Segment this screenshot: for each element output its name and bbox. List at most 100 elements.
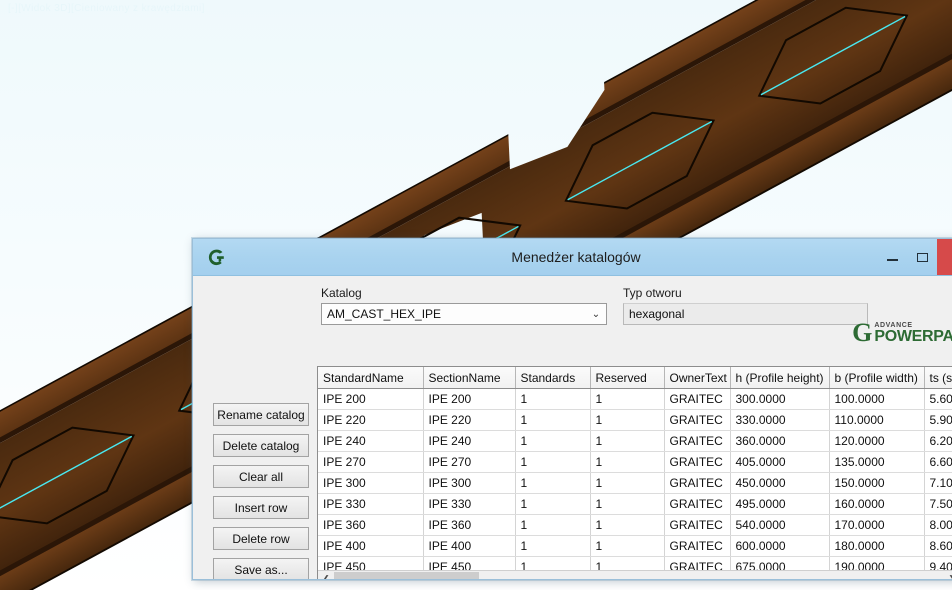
table-cell[interactable]: 150.0000 — [829, 472, 925, 494]
table-cell[interactable]: 170.0000 — [829, 514, 925, 536]
table-cell[interactable]: IPE 200 — [318, 388, 424, 410]
table-cell[interactable]: IPE 270 — [423, 451, 516, 473]
table-cell[interactable]: 110.0000 — [829, 409, 925, 431]
table-row[interactable]: IPE 300 IPE 300 1 1 GRAITEC 450.0000 150.0000 7… — [318, 472, 952, 494]
table-cell[interactable]: 1 — [515, 556, 591, 570]
horizontal-scrollbar[interactable]: ❮ ❯ — [318, 570, 952, 579]
table-cell[interactable]: 5.6000 — [924, 388, 952, 410]
column-header[interactable]: ts (s) Web thick — [924, 367, 952, 389]
table-cell[interactable]: IPE 450 — [423, 556, 516, 570]
table-cell[interactable]: 1 — [515, 514, 591, 536]
table-cell[interactable]: 1 — [515, 493, 591, 515]
table-cell[interactable]: GRAITEC — [664, 472, 731, 494]
scroll-left-arrow-icon[interactable]: ❮ — [318, 574, 334, 580]
table-cell[interactable]: 1 — [515, 472, 591, 494]
table-cell[interactable]: 135.0000 — [829, 451, 925, 473]
catalog-manager-dialog[interactable]: Menedżer katalogów Katalog AM_CAST_HEX_I… — [192, 238, 952, 580]
table-cell[interactable]: GRAITEC — [664, 556, 731, 570]
table-cell[interactable]: GRAITEC — [664, 430, 731, 452]
table-cell[interactable]: 7.1000 — [924, 472, 952, 494]
table-cell[interactable]: 1 — [515, 388, 591, 410]
table-cell[interactable]: 1 — [590, 535, 665, 557]
table-cell[interactable]: IPE 220 — [423, 409, 516, 431]
table-cell[interactable]: GRAITEC — [664, 535, 731, 557]
column-header[interactable]: h (Profile height) — [730, 367, 830, 389]
table-row[interactable]: IPE 360 IPE 360 1 1 GRAITEC 540.0000 170.0000 8… — [318, 514, 952, 536]
table-cell[interactable]: IPE 360 — [318, 514, 424, 536]
table-cell[interactable]: IPE 330 — [318, 493, 424, 515]
column-header[interactable]: StandardName — [318, 367, 424, 389]
table-cell[interactable]: 120.0000 — [829, 430, 925, 452]
table-cell[interactable]: 1 — [515, 409, 591, 431]
column-header[interactable]: b (Profile width) — [829, 367, 925, 389]
table-cell[interactable]: 1 — [590, 430, 665, 452]
scrollbar-thumb[interactable] — [334, 572, 479, 579]
rename-catalog-button[interactable]: Rename catalog — [213, 403, 309, 426]
table-cell[interactable]: IPE 270 — [318, 451, 424, 473]
table-row[interactable]: IPE 220 IPE 220 1 1 GRAITEC 330.0000 110.0000 5… — [318, 409, 952, 431]
table-row[interactable]: IPE 270 IPE 270 1 1 GRAITEC 405.0000 135.0000 6… — [318, 451, 952, 473]
table-cell[interactable]: 300.0000 — [730, 388, 830, 410]
table-cell[interactable]: 8.6000 — [924, 535, 952, 557]
table-cell[interactable]: 360.0000 — [730, 430, 830, 452]
hole-type-input[interactable]: hexagonal — [623, 303, 868, 325]
table-cell[interactable]: 1 — [590, 556, 665, 570]
column-header[interactable]: Reserved — [590, 367, 665, 389]
table-cell[interactable]: IPE 400 — [318, 535, 424, 557]
table-cell[interactable]: 1 — [515, 451, 591, 473]
table-cell[interactable]: IPE 450 — [318, 556, 424, 570]
grid-scroll-area[interactable]: StandardName SectionName Standards Reserved… — [318, 367, 952, 570]
table-cell[interactable]: IPE 300 — [423, 472, 516, 494]
clear-all-button[interactable]: Clear all — [213, 465, 309, 488]
table-cell[interactable]: 1 — [590, 472, 665, 494]
scrollbar-track[interactable] — [334, 571, 944, 579]
maximize-button[interactable] — [907, 239, 937, 275]
table-cell[interactable]: GRAITEC — [664, 514, 731, 536]
table-cell[interactable]: IPE 240 — [423, 430, 516, 452]
table-cell[interactable]: 5.9000 — [924, 409, 952, 431]
table-cell[interactable]: IPE 360 — [423, 514, 516, 536]
table-row[interactable]: IPE 330 IPE 330 1 1 GRAITEC 495.0000 160.0000 7… — [318, 493, 952, 515]
table-cell[interactable]: 1 — [590, 493, 665, 515]
delete-row-button[interactable]: Delete row — [213, 527, 309, 550]
table-cell[interactable]: IPE 200 — [423, 388, 516, 410]
table-cell[interactable]: GRAITEC — [664, 409, 731, 431]
scroll-right-arrow-icon[interactable]: ❯ — [944, 574, 952, 580]
delete-catalog-button[interactable]: Delete catalog — [213, 434, 309, 457]
table-cell[interactable]: 6.2000 — [924, 430, 952, 452]
table-row[interactable]: IPE 400 IPE 400 1 1 GRAITEC 600.0000 180.0000 8… — [318, 535, 952, 557]
table-row[interactable]: IPE 240 IPE 240 1 1 GRAITEC 360.0000 120.0000 6… — [318, 430, 952, 452]
table-cell[interactable]: 405.0000 — [730, 451, 830, 473]
table-cell[interactable]: 330.0000 — [730, 409, 830, 431]
table-cell[interactable]: 1 — [515, 430, 591, 452]
column-header[interactable]: Standards — [515, 367, 591, 389]
table-cell[interactable]: 9.4000 — [924, 556, 952, 570]
table-cell[interactable]: 450.0000 — [730, 472, 830, 494]
table-cell[interactable]: 6.6000 — [924, 451, 952, 473]
table-cell[interactable]: 1 — [590, 451, 665, 473]
column-header[interactable]: SectionName — [423, 367, 516, 389]
table-cell[interactable]: 495.0000 — [730, 493, 830, 515]
table-cell[interactable]: IPE 240 — [318, 430, 424, 452]
column-header[interactable]: OwnerText — [664, 367, 731, 389]
table-cell[interactable]: GRAITEC — [664, 388, 731, 410]
dialog-titlebar[interactable]: Menedżer katalogów — [193, 239, 952, 276]
table-cell[interactable]: IPE 300 — [318, 472, 424, 494]
catalog-combobox[interactable]: AM_CAST_HEX_IPE ⌄ — [321, 303, 607, 325]
minimize-button[interactable] — [877, 239, 907, 275]
table-cell[interactable]: IPE 220 — [318, 409, 424, 431]
table-cell[interactable]: IPE 330 — [423, 493, 516, 515]
table-cell[interactable]: 160.0000 — [829, 493, 925, 515]
table-cell[interactable]: 100.0000 — [829, 388, 925, 410]
table-cell[interactable]: 180.0000 — [829, 535, 925, 557]
close-button[interactable] — [937, 239, 952, 275]
table-cell[interactable]: 1 — [590, 388, 665, 410]
save-as-button[interactable]: Save as... — [213, 558, 309, 579]
table-cell[interactable]: 675.0000 — [730, 556, 830, 570]
insert-row-button[interactable]: Insert row — [213, 496, 309, 519]
table-cell[interactable]: 1 — [515, 535, 591, 557]
table-cell[interactable]: GRAITEC — [664, 493, 731, 515]
table-cell[interactable]: 1 — [590, 409, 665, 431]
table-cell[interactable]: 540.0000 — [730, 514, 830, 536]
table-cell[interactable]: 600.0000 — [730, 535, 830, 557]
